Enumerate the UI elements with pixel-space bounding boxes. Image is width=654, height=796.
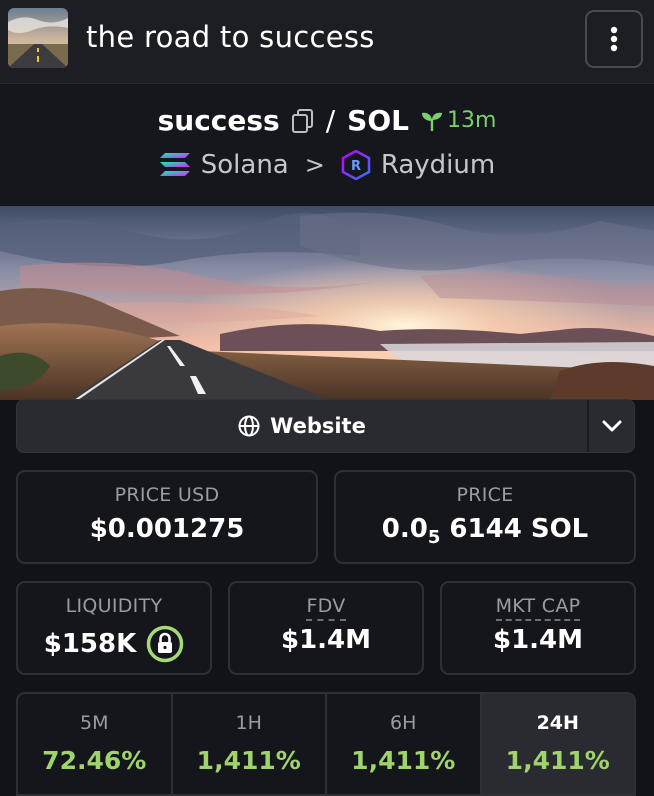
chain-name[interactable]: Solana	[201, 150, 289, 180]
dex-name[interactable]: Raydium	[381, 150, 495, 180]
pair-age-label: 13m	[446, 108, 497, 133]
market-cap-value: $1.4M	[492, 625, 584, 655]
pair-route: Solana > R Raydium	[0, 150, 654, 180]
liquidity-label: LIQUIDITY	[65, 595, 163, 617]
tab-6h-value: 1,411%	[351, 746, 456, 775]
links-dropdown-button[interactable]	[589, 400, 635, 452]
price-usd-label: PRICE USD	[114, 484, 220, 506]
route-separator: >	[304, 151, 325, 179]
more-vertical-icon	[610, 26, 618, 52]
page-title: the road to success	[86, 20, 375, 54]
more-menu-button[interactable]	[585, 10, 643, 68]
tab-1h-value: 1,411%	[196, 746, 301, 775]
seedling-icon	[421, 112, 442, 131]
fdv-label: FDV	[306, 595, 346, 621]
pair-age: 13m	[421, 108, 496, 133]
price-native-prefix: 0.0	[381, 514, 428, 544]
copy-icon[interactable]	[291, 108, 314, 133]
price-native-zeros: 5	[427, 527, 441, 549]
liquidity-value-row: $158K	[18, 625, 210, 663]
lock-icon[interactable]	[146, 625, 184, 663]
liquidity-value: $158K	[43, 629, 137, 659]
tab-24h[interactable]: 24H 1,411%	[481, 694, 634, 794]
chevron-down-icon	[602, 420, 622, 432]
tab-6h[interactable]: 6H 1,411%	[327, 694, 482, 794]
market-cap-card[interactable]: MKT CAP $1.4M	[440, 581, 636, 675]
fdv-value: $1.4M	[280, 625, 372, 655]
svg-text:R: R	[351, 159, 361, 174]
pair-slash: /	[325, 104, 336, 137]
price-native-suffix: 6144 SOL	[449, 514, 589, 544]
price-native-label: PRICE	[456, 484, 514, 506]
tab-24h-label: 24H	[536, 712, 579, 734]
fdv-card[interactable]: FDV $1.4M	[228, 581, 424, 675]
tab-1h-label: 1H	[235, 712, 262, 734]
token-thumbnail	[8, 8, 68, 68]
website-bar: Website	[16, 399, 635, 453]
market-cap-label: MKT CAP	[495, 595, 581, 621]
tab-6h-label: 6H	[390, 712, 417, 734]
price-change-tabs: 5M 72.46% 1H 1,411% 6H 1,411% 24H 1,411%	[16, 692, 636, 796]
top-bar: the road to success	[0, 0, 654, 84]
globe-icon	[238, 415, 260, 437]
website-button[interactable]: Website	[17, 400, 587, 452]
pair-info	[0, 85, 654, 205]
tab-5m[interactable]: 5M 72.46%	[18, 694, 173, 794]
raydium-icon: R	[341, 150, 371, 180]
website-label: Website	[270, 414, 366, 438]
tab-5m-label: 5M	[80, 712, 109, 734]
price-usd-card: PRICE USD $0.001275	[16, 470, 318, 564]
token-banner-image	[0, 206, 654, 400]
tab-1h[interactable]: 1H 1,411%	[173, 694, 327, 794]
price-usd-value: $0.001275	[89, 514, 245, 544]
tab-24h-value: 1,411%	[505, 746, 610, 775]
base-symbol: success	[157, 104, 280, 137]
price-native-value: 0.05 6144 SOL	[336, 514, 634, 548]
pair-symbols: success / SOL 13m	[0, 104, 654, 137]
solana-icon	[159, 152, 191, 178]
price-native-card: PRICE 0.05 6144 SOL	[334, 470, 636, 564]
tab-5m-value: 72.46%	[42, 746, 147, 775]
quote-symbol: SOL	[347, 104, 409, 137]
liquidity-card: LIQUIDITY $158K	[16, 581, 212, 675]
